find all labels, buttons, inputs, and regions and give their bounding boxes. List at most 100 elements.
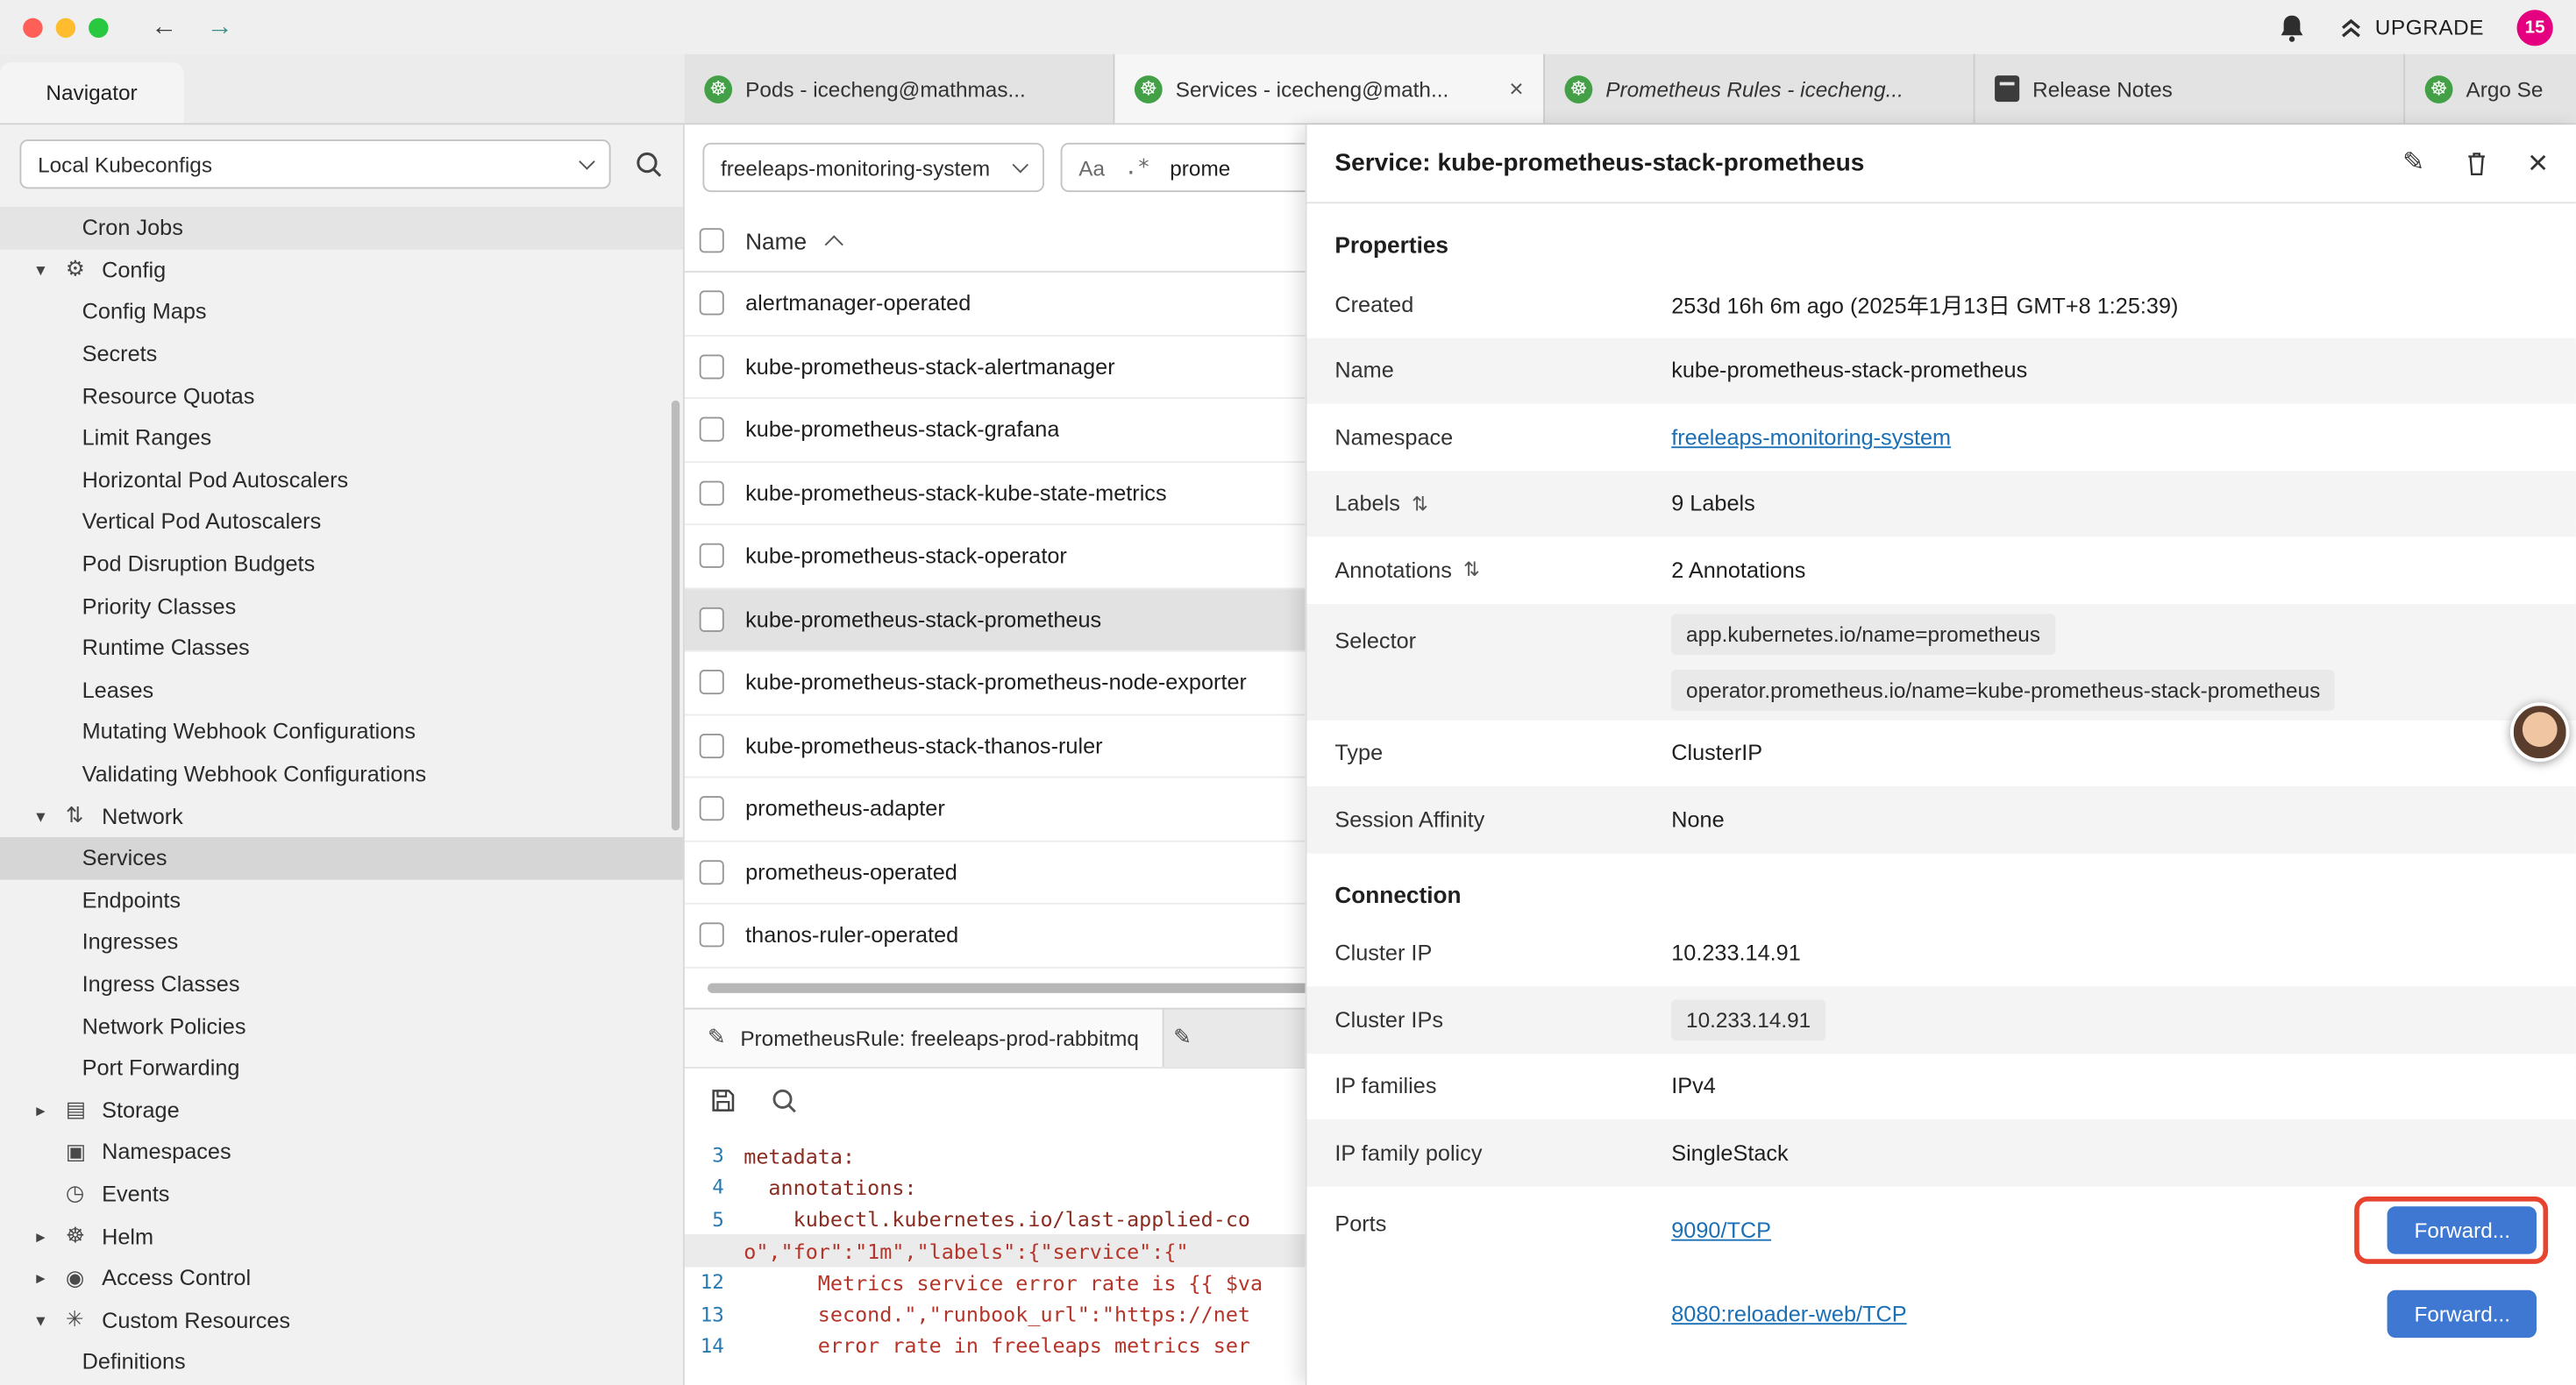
sidebar-item-namespaces[interactable]: ▣Namespaces xyxy=(0,1131,683,1173)
sidebar-item-ingress-classes[interactable]: Ingress Classes xyxy=(0,963,683,1005)
row-checkbox[interactable] xyxy=(700,670,724,694)
sidebar-item-events[interactable]: ◷Events xyxy=(0,1173,683,1215)
user-avatar[interactable] xyxy=(2510,702,2569,761)
row-checkbox[interactable] xyxy=(700,923,724,948)
sidebar-item-port-forwarding[interactable]: Port Forwarding xyxy=(0,1047,683,1089)
edit-pencil-icon[interactable]: ✎ xyxy=(2402,150,2424,176)
sidebar-item-vertical-pod-autoscalers[interactable]: Vertical Pod Autoscalers xyxy=(0,501,683,543)
sidebar-item-ingresses[interactable]: Ingresses xyxy=(0,921,683,963)
service-details-drawer: Service: kube-prometheus-stack-prometheu… xyxy=(1306,124,2576,1385)
port-link[interactable]: 8080:reloader-web/TCP xyxy=(1671,1302,1906,1326)
select-all-checkbox[interactable] xyxy=(700,228,724,252)
code-text: second.","runbook_url":"https://net xyxy=(744,1302,1250,1326)
sidebar-item-resource-quotas[interactable]: Resource Quotas xyxy=(0,375,683,417)
close-icon[interactable]: × xyxy=(1509,75,1523,103)
book-icon xyxy=(1995,75,2019,102)
sort-toggle-icon[interactable]: ⇅ xyxy=(1463,558,1480,581)
sidebar-item-storage[interactable]: ▸▤Storage xyxy=(0,1089,683,1131)
tab-label: Release Notes xyxy=(2032,76,2384,101)
row-checkbox[interactable] xyxy=(700,543,724,568)
close-icon[interactable]: × xyxy=(2528,146,2548,181)
sidebar-scrollbar[interactable] xyxy=(672,401,680,831)
property-row-name: Namekube-prometheus-stack-prometheus xyxy=(1307,337,2576,404)
sidebar-item-custom-resources[interactable]: ▾✳Custom Resources xyxy=(0,1299,683,1341)
tab-argo-se[interactable]: ☸Argo Se xyxy=(2405,54,2576,124)
namespace-link[interactable]: freeleaps-monitoring-system xyxy=(1671,425,1951,450)
sidebar-item-pod-disruption-budgets[interactable]: Pod Disruption Budgets xyxy=(0,543,683,585)
forward-arrow-icon[interactable]: → xyxy=(207,12,233,42)
minimize-window-button[interactable] xyxy=(56,18,75,37)
sidebar-item-network-policies[interactable]: Network Policies xyxy=(0,1005,683,1047)
row-checkbox[interactable] xyxy=(700,354,724,379)
sidebar-item-services[interactable]: Services xyxy=(0,837,683,879)
property-label-text: Cluster IP xyxy=(1334,941,1432,965)
row-checkbox[interactable] xyxy=(700,797,724,821)
sidebar-item-access-control[interactable]: ▸◉Access Control xyxy=(0,1257,683,1299)
kubernetes-icon: ☸ xyxy=(2425,75,2453,103)
close-window-button[interactable] xyxy=(23,18,42,37)
sidebar-item-limit-ranges[interactable]: Limit Ranges xyxy=(0,417,683,459)
save-icon[interactable] xyxy=(709,1086,737,1114)
sidebar-item-label: Definitions xyxy=(82,1350,186,1374)
tab-prometheus-rules-icecheng[interactable]: ☸Prometheus Rules - icecheng... xyxy=(1545,54,1975,124)
sidebar-item-secrets[interactable]: Secrets xyxy=(0,333,683,375)
notification-count-badge[interactable]: 15 xyxy=(2517,9,2553,45)
row-checkbox[interactable] xyxy=(700,734,724,758)
delete-trash-icon[interactable] xyxy=(2464,149,2488,177)
row-checkbox[interactable] xyxy=(700,480,724,505)
row-checkbox[interactable] xyxy=(700,417,724,442)
code-text: o","for":"1m","labels":{"service":{" xyxy=(744,1239,1188,1263)
service-name: kube-prometheus-stack-thanos-ruler xyxy=(745,734,1102,758)
property-label: Created xyxy=(1334,292,1671,316)
forward-button[interactable]: Forward... xyxy=(2388,1206,2537,1254)
editor-search-icon[interactable] xyxy=(770,1086,798,1114)
regex-toggle[interactable]: .* xyxy=(1124,155,1149,180)
match-case-toggle[interactable]: Aa xyxy=(1078,155,1105,180)
kubeconfig-selector[interactable]: Local Kubeconfigs xyxy=(19,139,610,188)
namespace-filter-dropdown[interactable]: freeleaps-monitoring-system xyxy=(702,143,1043,192)
dock-tab-prometheusrule[interactable]: ✎ PrometheusRule: freeleaps-prod-rabbitm… xyxy=(685,1009,1163,1067)
sidebar-item-definitions[interactable]: Definitions xyxy=(0,1341,683,1383)
property-row-session-affinity: Session AffinityNone xyxy=(1307,786,2576,853)
sidebar-item-cron-jobs[interactable]: Cron Jobs xyxy=(0,207,683,249)
sort-toggle-icon[interactable]: ⇅ xyxy=(1412,492,1428,515)
sidebar-item-network[interactable]: ▾⇅Network xyxy=(0,795,683,837)
code-text: metadata: xyxy=(744,1143,855,1168)
sidebar-search-icon[interactable] xyxy=(634,149,664,179)
upgrade-button[interactable]: UPGRADE xyxy=(2338,14,2484,40)
kubernetes-icon: ☸ xyxy=(1135,75,1163,103)
property-label: Selector xyxy=(1334,613,1671,652)
name-column-header[interactable]: Name xyxy=(745,227,807,253)
sidebar-item-priority-classes[interactable]: Priority Classes xyxy=(0,585,683,627)
forward-button[interactable]: Forward... xyxy=(2388,1290,2537,1338)
tab-pods-icecheng-mathmas[interactable]: ☸Pods - icecheng@mathmas... xyxy=(685,54,1115,124)
sidebar-item-runtime-classes[interactable]: Runtime Classes xyxy=(0,627,683,669)
tab-services-icecheng-math[interactable]: ☸Services - icecheng@math...× xyxy=(1114,54,1545,124)
sidebar-item-helm[interactable]: ▸☸Helm xyxy=(0,1215,683,1257)
port-link[interactable]: 9090/TCP xyxy=(1671,1218,1771,1242)
property-label-text: Ports xyxy=(1334,1211,1386,1235)
tab-release-notes[interactable]: Release Notes xyxy=(1975,54,2406,124)
sidebar-item-config[interactable]: ▾⚙Config xyxy=(0,249,683,291)
row-checkbox[interactable] xyxy=(700,860,724,884)
sort-ascending-icon[interactable] xyxy=(825,234,843,252)
sidebar-item-endpoints[interactable]: Endpoints xyxy=(0,879,683,921)
row-checkbox[interactable] xyxy=(700,291,724,316)
row-checkbox[interactable] xyxy=(700,607,724,631)
navigator-tab[interactable]: Navigator xyxy=(0,62,183,123)
sidebar-item-leases[interactable]: Leases xyxy=(0,669,683,711)
editor-tabs: ☸Pods - icecheng@mathmas...☸Services - i… xyxy=(685,54,2576,124)
sidebar-item-config-maps[interactable]: Config Maps xyxy=(0,291,683,333)
service-name: kube-prometheus-stack-kube-state-metrics xyxy=(745,480,1166,505)
back-arrow-icon[interactable]: ← xyxy=(151,12,177,42)
sidebar-item-horizontal-pod-autoscalers[interactable]: Horizontal Pod Autoscalers xyxy=(0,458,683,501)
dock-tab-next-partial[interactable]: ✎ xyxy=(1163,1009,1199,1067)
property-row-annotations: Annotations⇅2 Annotations xyxy=(1307,536,2576,603)
property-value: None xyxy=(1671,807,2548,832)
sidebar-item-mutating-webhook-configurations[interactable]: Mutating Webhook Configurations xyxy=(0,711,683,753)
property-label-text: Annotations xyxy=(1334,558,1452,582)
maximize-window-button[interactable] xyxy=(89,18,108,37)
notifications-bell-icon[interactable] xyxy=(2278,12,2304,42)
chevron-collapsed-icon: ▸ xyxy=(36,1225,66,1246)
sidebar-item-validating-webhook-configurations[interactable]: Validating Webhook Configurations xyxy=(0,753,683,795)
